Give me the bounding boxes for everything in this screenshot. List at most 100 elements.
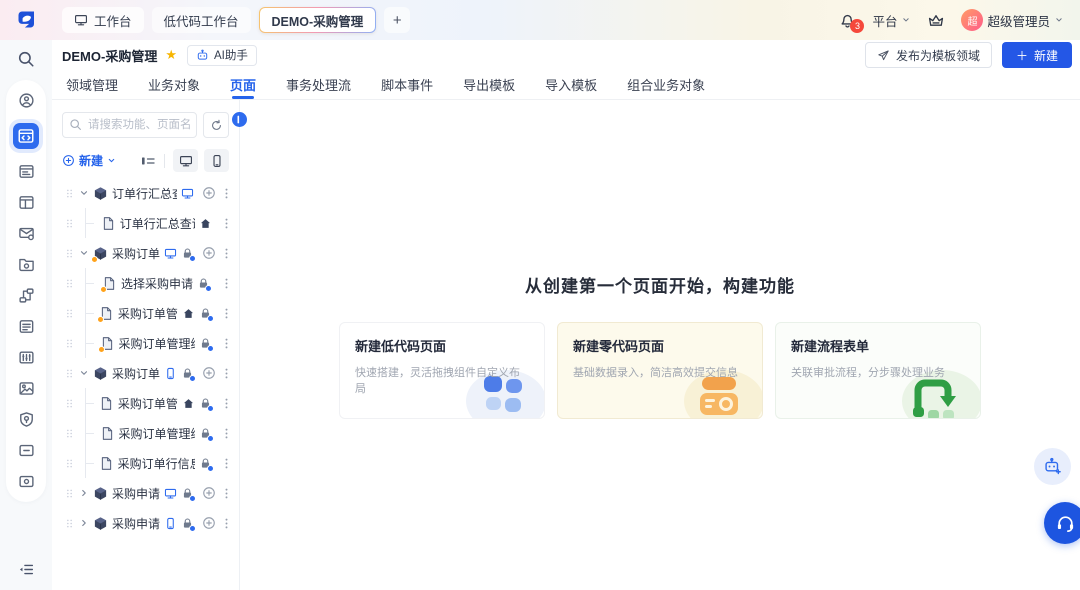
create-card-orange[interactable]: 新建零代码页面基础数据录入，简洁高效提交信息 (557, 322, 763, 419)
drag-icon (64, 188, 75, 199)
rail-icon-group (6, 80, 46, 502)
crown-icon[interactable] (927, 11, 945, 29)
add-page-icon[interactable] (202, 366, 216, 380)
add-page-icon[interactable] (202, 186, 216, 200)
module-tab[interactable]: 页面 (230, 70, 256, 99)
more-menu-icon[interactable] (220, 517, 233, 530)
ai-assistant-button[interactable]: AI助手 (187, 45, 257, 66)
tree-page-row[interactable]: 采购订单管理... (52, 298, 239, 328)
tree-search (62, 112, 197, 138)
mobile-view-toggle[interactable] (204, 149, 229, 172)
create-button[interactable]: ＋ 新建 (1002, 42, 1072, 68)
rail-item-message-settings[interactable] (18, 225, 35, 242)
rail-item-shield[interactable] (18, 411, 35, 428)
tree-group-row[interactable]: 订单行汇总查询 (52, 178, 239, 208)
add-page-icon[interactable] (202, 516, 216, 530)
tree-item-label: 采购申请管理 (112, 515, 160, 532)
add-page-icon[interactable] (202, 486, 216, 500)
blue-badge (205, 285, 212, 292)
module-tab[interactable]: 业务对象 (148, 70, 200, 99)
notification-bell-icon[interactable]: 3 (839, 12, 856, 29)
desktop-view-toggle[interactable] (173, 149, 198, 172)
more-menu-icon[interactable] (220, 187, 233, 200)
module-tab[interactable]: 事务处理流 (286, 70, 351, 99)
tree-page-row[interactable]: 采购订单行信息维护 (52, 448, 239, 478)
rail-item-page-grid[interactable] (18, 194, 35, 211)
rail-item-media[interactable] (18, 380, 35, 397)
drag-icon (64, 518, 75, 529)
tab-lowcode-workbench[interactable]: 低代码工作台 (152, 7, 251, 33)
tree-group-row[interactable]: 采购订单管理 (52, 238, 239, 268)
rail-item-card-minus[interactable] (18, 442, 35, 459)
more-menu-icon[interactable] (220, 247, 233, 260)
rail-item-pages[interactable] (13, 123, 39, 149)
tree-page-row[interactable]: 采购订单管理维护 (52, 328, 239, 358)
tree-group-row[interactable]: 采购订单管理 (52, 358, 239, 388)
refresh-icon (210, 119, 223, 132)
tree-item-label: 采购订单管理维护 (119, 335, 195, 352)
module-tab[interactable]: 脚本事件 (381, 70, 433, 99)
more-menu-icon[interactable] (220, 457, 233, 470)
platform-menu[interactable]: 平台 (872, 11, 911, 30)
rail-item-page-window[interactable] (18, 163, 35, 180)
create-card-green[interactable]: 新建流程表单关联审批流程，分步骤处理业务 (775, 322, 981, 419)
rail-item-user-workspace[interactable] (18, 92, 35, 109)
topbar-right: 3 平台 超 超级管理员 (839, 9, 1064, 31)
new-tab-button[interactable]: + (384, 7, 410, 33)
monitor-icon (74, 13, 88, 27)
tree-page-row[interactable]: 选择采购申请 (52, 268, 239, 298)
more-menu-icon[interactable] (220, 307, 233, 320)
module-tab[interactable]: 导出模板 (463, 70, 515, 99)
tab-demo-procurement[interactable]: DEMO-采购管理 (259, 7, 377, 33)
search-icon[interactable] (17, 50, 35, 68)
more-menu-icon[interactable] (220, 397, 233, 410)
tree-new-button[interactable]: 新建 (62, 152, 116, 169)
page-title: DEMO-采购管理 (62, 46, 157, 65)
workbench-button[interactable]: 工作台 (62, 7, 144, 33)
user-menu[interactable]: 超 超级管理员 (961, 9, 1064, 31)
blue-badge (189, 525, 196, 532)
tree-page-row[interactable]: 订单行汇总查询 (52, 208, 239, 238)
favorite-star-icon[interactable]: ★ (165, 48, 177, 63)
panel-collapse-handle[interactable] (232, 112, 247, 127)
more-menu-icon[interactable] (220, 277, 233, 290)
blue-badge (207, 345, 214, 352)
app-logo-icon[interactable] (14, 8, 38, 32)
tree-connector (85, 418, 96, 448)
create-card-blue[interactable]: 新建低代码页面快速搭建，灵活拖拽组件自定义布局 (339, 322, 545, 419)
customer-service-fab[interactable] (1044, 502, 1080, 544)
chevron-down-icon (79, 248, 89, 258)
module-tab[interactable]: 组合业务对象 (627, 70, 705, 99)
tree-page-row[interactable]: 采购订单管理维护 (52, 418, 239, 448)
add-page-icon[interactable] (202, 246, 216, 260)
more-menu-icon[interactable] (220, 337, 233, 350)
refresh-button[interactable] (203, 112, 229, 138)
collapse-menu-icon[interactable] (18, 561, 35, 578)
more-menu-icon[interactable] (220, 427, 233, 440)
more-menu-icon[interactable] (220, 487, 233, 500)
monitor-icon (164, 247, 177, 260)
tree-collapse-icon[interactable] (140, 153, 156, 169)
blue-badge (189, 255, 196, 262)
module-tab[interactable]: 导入模板 (545, 70, 597, 99)
lock-icon (199, 337, 212, 350)
search-icon (69, 118, 82, 131)
tree-group-row[interactable]: 采购申请管理 (52, 508, 239, 538)
blue-badge (189, 495, 196, 502)
rail-item-flow[interactable] (18, 287, 35, 304)
publish-template-button[interactable]: 发布为模板领域 (865, 42, 992, 68)
tree-search-input[interactable] (62, 112, 197, 138)
tree-page-row[interactable]: 采购订单管理... (52, 388, 239, 418)
divider (164, 154, 165, 168)
rail-item-sliders[interactable] (18, 349, 35, 366)
rail-item-folder-settings[interactable] (18, 256, 35, 273)
ai-create-fab[interactable] (1034, 448, 1071, 485)
more-menu-icon[interactable] (220, 367, 233, 380)
tree-group-row[interactable]: 采购申请管理 (52, 478, 239, 508)
rail-item-form-list[interactable] (18, 318, 35, 335)
rail-item-card-settings[interactable] (18, 473, 35, 490)
module-tab[interactable]: 领域管理 (66, 70, 118, 99)
phone-icon (164, 367, 177, 380)
tree-item-label: 订单行汇总查询 (120, 215, 195, 232)
more-menu-icon[interactable] (220, 217, 233, 230)
